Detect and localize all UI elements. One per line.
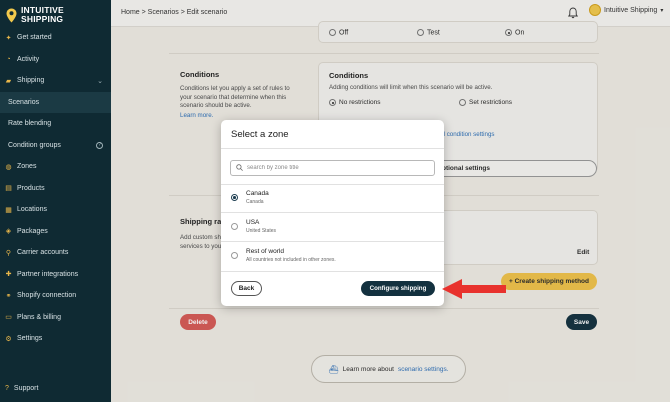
chevron-down-icon[interactable]: ⌄ xyxy=(97,77,103,85)
sidebar-item-label: Condition groups xyxy=(8,141,61,149)
modal-divider xyxy=(221,148,444,149)
sidebar-item-packages[interactable]: ◈ Packages xyxy=(0,221,111,243)
sidebar-item-label: Scenarios xyxy=(8,98,40,106)
sidebar-item-label: Rate blending xyxy=(8,120,52,128)
sidebar-item-support[interactable]: ? Support xyxy=(5,385,38,392)
products-icon: ▤ xyxy=(5,185,12,193)
sidebar-item-label: Shipping xyxy=(17,77,45,85)
partner-icon: ✚ xyxy=(5,271,12,279)
zone-radio[interactable] xyxy=(231,252,238,259)
sidebar: INTUITIVE SHIPPING ✦ Get started ◔ Activity… xyxy=(0,0,111,402)
select-zone-modal: Select a zone Canada Canada USA United S… xyxy=(221,120,444,306)
sidebar-item-rate-blending[interactable]: Rate blending xyxy=(0,113,111,135)
sidebar-item-label: Shopify connection xyxy=(17,292,77,300)
locations-icon: ▦ xyxy=(5,206,12,214)
zone-search-input[interactable] xyxy=(247,165,427,171)
sidebar-item-label: Locations xyxy=(17,206,47,214)
modal-divider xyxy=(221,271,444,272)
sidebar-item-products[interactable]: ▤ Products xyxy=(0,178,111,200)
location-pin-icon xyxy=(6,8,17,23)
settings-icon: ⚙ xyxy=(5,335,12,343)
sidebar-item-label: Get started xyxy=(17,34,52,42)
sidebar-item-label: Settings xyxy=(17,335,43,343)
sidebar-nav: ✦ Get started ◔ Activity ▰ Shipping ⌄ Scenarios… xyxy=(0,27,111,350)
rocket-icon: ✦ xyxy=(5,34,12,42)
shopify-icon: ⚭ xyxy=(5,292,12,300)
sidebar-item-scenarios[interactable]: Scenarios xyxy=(0,91,111,113)
sidebar-item-label: Partner integrations xyxy=(17,270,79,278)
zones-icon: ◍ xyxy=(5,163,12,171)
sidebar-item-get-started[interactable]: ✦ Get started xyxy=(0,27,111,49)
sidebar-item-carrier-accounts[interactable]: ⚲ Carrier accounts xyxy=(0,242,111,264)
billing-icon: ▭ xyxy=(5,314,12,322)
sidebar-item-shopify-connection[interactable]: ⚭ Shopify connection xyxy=(0,285,111,307)
back-button[interactable]: Back xyxy=(231,281,262,296)
zone-search-field[interactable] xyxy=(230,160,435,176)
zone-radio[interactable] xyxy=(231,223,238,230)
activity-icon: ◔ xyxy=(6,55,11,63)
sidebar-item-activity[interactable]: ◔ Activity xyxy=(0,49,111,71)
sidebar-item-partner-integrations[interactable]: ✚ Partner integrations xyxy=(0,264,111,286)
zone-option-usa[interactable]: USA United States xyxy=(221,212,444,241)
sidebar-item-label: Activity xyxy=(17,55,40,63)
zone-radio[interactable] xyxy=(231,194,238,201)
brand-logo[interactable]: INTUITIVE SHIPPING xyxy=(6,4,64,26)
shipping-icon: ▰ xyxy=(5,77,12,85)
zone-option-canada[interactable]: Canada Canada xyxy=(221,183,444,212)
sidebar-item-label: Zones xyxy=(17,163,37,171)
sidebar-item-label: Products xyxy=(17,184,45,192)
sidebar-item-shipping[interactable]: ▰ Shipping ⌄ xyxy=(0,70,111,92)
sidebar-item-plans-billing[interactable]: ▭ Plans & billing xyxy=(0,307,111,329)
sidebar-item-label: Packages xyxy=(17,227,48,235)
help-circle-icon: ? xyxy=(5,385,9,392)
brand-line-2: SHIPPING xyxy=(21,14,64,24)
sidebar-item-condition-groups[interactable]: Condition groups? xyxy=(0,135,111,157)
sidebar-item-zones[interactable]: ◍ Zones xyxy=(0,156,111,178)
configure-shipping-button[interactable]: Configure shipping xyxy=(361,281,435,296)
annotation-arrow-icon xyxy=(440,278,508,300)
zone-option-rest-of-world[interactable]: Rest of world All countries not included… xyxy=(221,241,444,270)
search-icon xyxy=(236,163,243,173)
sidebar-item-locations[interactable]: ▦ Locations xyxy=(0,199,111,221)
modal-title: Select a zone xyxy=(231,129,289,140)
support-label: Support xyxy=(13,385,39,392)
sidebar-item-settings[interactable]: ⚙ Settings xyxy=(0,328,111,350)
sidebar-item-label: Plans & billing xyxy=(17,313,61,321)
carrier-icon: ⚲ xyxy=(5,249,12,257)
packages-icon: ◈ xyxy=(5,228,12,236)
sidebar-item-label: Carrier accounts xyxy=(17,249,69,257)
help-icon[interactable]: ? xyxy=(96,141,103,149)
